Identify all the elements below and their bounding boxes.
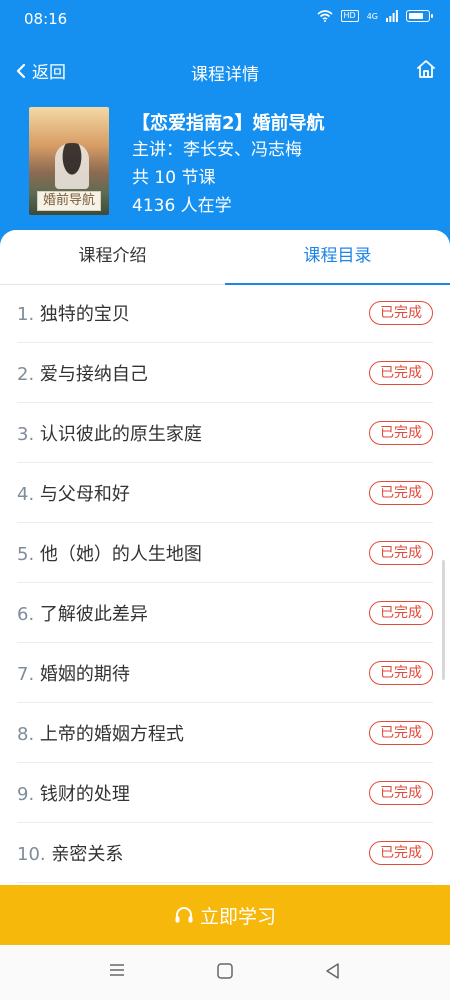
square-icon bbox=[217, 963, 233, 979]
battery-level bbox=[409, 13, 424, 19]
start-learning-button[interactable]: 立即学习 bbox=[0, 885, 450, 945]
lesson-title: 9. 钱财的处理 bbox=[17, 780, 130, 806]
lesson-number: 1. bbox=[17, 303, 35, 325]
back-system-button[interactable] bbox=[324, 962, 342, 984]
lesson-title: 1. 独特的宝贝 bbox=[17, 300, 130, 326]
system-nav-bar bbox=[0, 945, 450, 1000]
list-item[interactable]: 1. 独特的宝贝 已完成 bbox=[17, 283, 433, 343]
course-learners: 4136 人在学 bbox=[132, 196, 232, 216]
lesson-number: 10. bbox=[17, 843, 46, 865]
lesson-name: 了解彼此差异 bbox=[39, 603, 148, 625]
status-badge: 已完成 bbox=[369, 720, 433, 745]
lesson-name: 认识彼此的原生家庭 bbox=[39, 423, 202, 445]
list-item[interactable]: 6. 了解彼此差异 已完成 bbox=[17, 583, 433, 643]
lesson-name: 独特的宝贝 bbox=[39, 303, 130, 325]
lesson-title: 5. 他（她）的人生地图 bbox=[17, 540, 202, 566]
status-badge: 已完成 bbox=[369, 540, 433, 565]
tab-bar: 课程介绍 课程目录 bbox=[0, 230, 450, 285]
status-icons: HD 4G bbox=[316, 10, 433, 22]
lesson-number: 9. bbox=[17, 783, 35, 805]
home-system-button[interactable] bbox=[216, 962, 234, 984]
list-item[interactable]: 8. 上帝的婚姻方程式 已完成 bbox=[17, 703, 433, 763]
page-title: 课程详情 bbox=[191, 65, 259, 85]
scrollbar[interactable] bbox=[442, 560, 445, 680]
recent-apps-button[interactable] bbox=[108, 962, 126, 982]
network-badge: 4G bbox=[367, 12, 378, 21]
tab-catalog[interactable]: 课程目录 bbox=[225, 230, 450, 285]
lesson-title: 7. 婚姻的期待 bbox=[17, 660, 130, 686]
status-badge: 已完成 bbox=[369, 300, 433, 325]
status-badge: 已完成 bbox=[369, 780, 433, 805]
status-badge: 已完成 bbox=[369, 480, 433, 505]
lesson-number: 2. bbox=[17, 363, 35, 385]
list-item[interactable]: 2. 爱与接纳自己 已完成 bbox=[17, 343, 433, 403]
lesson-number: 6. bbox=[17, 603, 35, 625]
lesson-number: 5. bbox=[17, 543, 35, 565]
course-content-panel: 课程介绍 课程目录 1. 独特的宝贝 已完成 2. 爱与接纳自己 已完成 3. … bbox=[0, 230, 450, 885]
lesson-name: 上帝的婚姻方程式 bbox=[39, 723, 184, 745]
course-lecturer: 主讲：李长安、冯志梅 bbox=[132, 140, 302, 160]
lesson-number: 8. bbox=[17, 723, 35, 745]
headphones-icon bbox=[175, 907, 193, 923]
status-badge: 已完成 bbox=[369, 420, 433, 445]
status-bar: 08:16 HD 4G bbox=[0, 0, 450, 38]
lesson-name: 婚姻的期待 bbox=[39, 663, 130, 685]
list-item[interactable]: 3. 认识彼此的原生家庭 已完成 bbox=[17, 403, 433, 463]
lesson-title: 10. 亲密关系 bbox=[17, 840, 123, 866]
lesson-name: 爱与接纳自己 bbox=[39, 363, 148, 385]
list-item[interactable]: 5. 他（她）的人生地图 已完成 bbox=[17, 523, 433, 583]
network-label: 4G bbox=[366, 11, 378, 21]
lesson-name: 他（她）的人生地图 bbox=[39, 543, 202, 565]
wifi-icon bbox=[316, 10, 333, 22]
list-item[interactable]: 4. 与父母和好 已完成 bbox=[17, 463, 433, 523]
status-badge: 已完成 bbox=[369, 660, 433, 685]
lesson-title: 4. 与父母和好 bbox=[17, 480, 130, 506]
cover-couple-figure bbox=[55, 143, 89, 189]
list-item[interactable]: 10. 亲密关系 已完成 bbox=[17, 823, 433, 883]
signal-icon bbox=[386, 10, 398, 22]
status-badge: 已完成 bbox=[369, 600, 433, 625]
lesson-number: 3. bbox=[17, 423, 35, 445]
battery-icon bbox=[406, 10, 433, 22]
tab-introduction[interactable]: 课程介绍 bbox=[0, 230, 225, 284]
home-icon bbox=[417, 60, 435, 78]
lesson-number: 7. bbox=[17, 663, 35, 685]
status-time: 08:16 bbox=[24, 10, 68, 28]
lesson-title: 6. 了解彼此差异 bbox=[17, 600, 148, 626]
lesson-name: 亲密关系 bbox=[51, 843, 124, 865]
lesson-title: 3. 认识彼此的原生家庭 bbox=[17, 420, 202, 446]
cover-caption: 婚前导航 bbox=[37, 191, 101, 211]
triangle-back-icon bbox=[326, 963, 339, 979]
nav-bar: 返回 课程详情 bbox=[0, 52, 450, 92]
status-badge: 已完成 bbox=[369, 360, 433, 385]
menu-icon bbox=[110, 964, 124, 976]
hd-badge: HD bbox=[340, 10, 359, 22]
header: 08:16 HD 4G 返回 课程详情 婚前导航 【恋爱指南2】婚前导航 主讲：… bbox=[0, 0, 450, 250]
list-item[interactable]: 9. 钱财的处理 已完成 bbox=[17, 763, 433, 823]
status-badge: 已完成 bbox=[369, 840, 433, 865]
course-lesson-count: 共 10 节课 bbox=[132, 168, 216, 188]
lesson-name: 钱财的处理 bbox=[39, 783, 130, 805]
home-button[interactable] bbox=[416, 59, 436, 83]
course-cover-image: 婚前导航 bbox=[29, 107, 109, 215]
lesson-number: 4. bbox=[17, 483, 35, 505]
course-title: 【恋爱指南2】婚前导航 bbox=[132, 113, 325, 134]
lesson-name: 与父母和好 bbox=[39, 483, 130, 505]
lesson-title: 2. 爱与接纳自己 bbox=[17, 360, 148, 386]
course-info: 【恋爱指南2】婚前导航 主讲：李长安、冯志梅 共 10 节课 4136 人在学 bbox=[132, 112, 325, 220]
lesson-list: 1. 独特的宝贝 已完成 2. 爱与接纳自己 已完成 3. 认识彼此的原生家庭 … bbox=[17, 283, 433, 883]
start-learning-label: 立即学习 bbox=[199, 905, 276, 928]
lesson-title: 8. 上帝的婚姻方程式 bbox=[17, 720, 184, 746]
list-item[interactable]: 7. 婚姻的期待 已完成 bbox=[17, 643, 433, 703]
